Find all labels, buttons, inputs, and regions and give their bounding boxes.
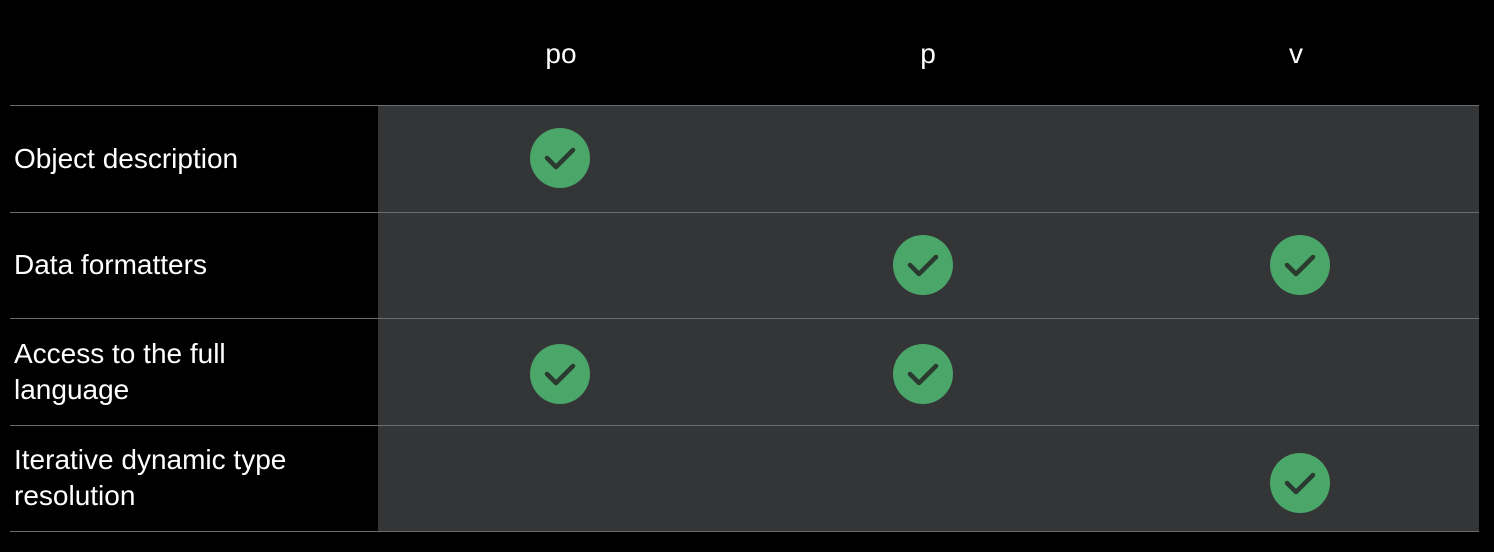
divider-header <box>10 105 1479 106</box>
row-label-data-formatters: Data formatters <box>14 249 207 280</box>
divider-row-2 <box>10 318 1479 319</box>
divider-bottom <box>10 531 1479 532</box>
checkmark-circle-icon <box>1270 453 1330 513</box>
checkmark-circle-icon <box>893 344 953 404</box>
column-header-po: po <box>545 38 577 69</box>
row-label-object-description: Object description <box>14 143 239 174</box>
row-label-access-full-language: Access to the full language <box>14 338 226 405</box>
column-header-p: p <box>920 38 936 69</box>
checkmark-circle-icon <box>530 128 590 188</box>
checkmark-circle-icon <box>1270 235 1330 295</box>
row-label-iterative-dynamic-type: Iterative dynamic type resolution <box>14 444 287 511</box>
column-header-v: v <box>1289 38 1303 69</box>
divider-row-1 <box>10 212 1479 213</box>
divider-row-3 <box>10 425 1479 426</box>
checkmark-circle-icon <box>893 235 953 295</box>
checkmark-circle-icon <box>530 344 590 404</box>
